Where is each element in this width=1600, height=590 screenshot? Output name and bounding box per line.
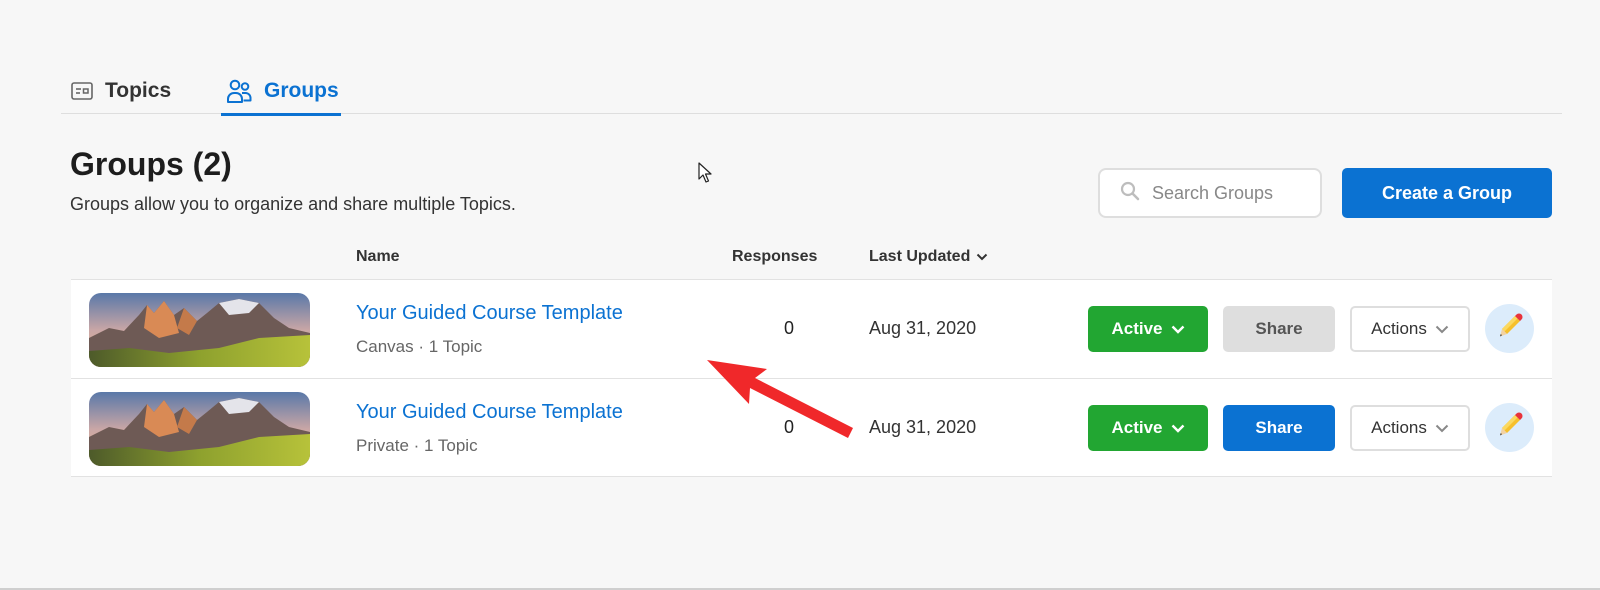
column-header-name: Name bbox=[356, 248, 400, 265]
tab-groups[interactable]: Groups bbox=[221, 68, 341, 116]
group-title-link[interactable]: Your Guided Course Template bbox=[356, 401, 623, 424]
chevron-down-icon bbox=[1171, 325, 1185, 334]
chevron-down-icon bbox=[1171, 424, 1185, 433]
group-last-updated: Aug 31, 2020 bbox=[869, 318, 977, 338]
pencil-icon bbox=[1497, 412, 1523, 443]
group-title-link[interactable]: Your Guided Course Template bbox=[356, 302, 623, 325]
search-groups-input[interactable] bbox=[1152, 182, 1322, 204]
group-responses: 0 bbox=[783, 417, 794, 437]
tab-bar: Topics Groups bbox=[61, 68, 1562, 116]
group-responses: 0 bbox=[783, 318, 794, 338]
page-subtitle: Groups allow you to organize and share m… bbox=[70, 194, 516, 214]
status-active-dropdown[interactable]: Active bbox=[1088, 405, 1208, 451]
groups-people-icon bbox=[226, 78, 252, 104]
group-last-updated: Aug 31, 2020 bbox=[869, 417, 977, 437]
group-thumbnail-image[interactable] bbox=[89, 392, 310, 466]
status-label: Active bbox=[1111, 418, 1163, 437]
status-active-dropdown[interactable]: Active bbox=[1088, 306, 1208, 352]
share-button[interactable]: Share bbox=[1223, 405, 1335, 451]
actions-dropdown[interactable]: Actions bbox=[1350, 405, 1470, 451]
groups-table: Your Guided Course Template Canvas · 1 T… bbox=[71, 279, 1552, 477]
tab-topics[interactable]: Topics bbox=[71, 68, 171, 114]
edit-button[interactable] bbox=[1485, 304, 1534, 353]
actions-dropdown[interactable]: Actions bbox=[1350, 306, 1470, 352]
topics-card-icon bbox=[71, 82, 93, 100]
group-thumbnail-image[interactable] bbox=[89, 293, 310, 367]
chevron-down-icon bbox=[976, 253, 988, 261]
actions-label: Actions bbox=[1371, 319, 1427, 338]
search-groups-field[interactable] bbox=[1098, 168, 1322, 218]
search-icon bbox=[1120, 181, 1140, 206]
column-header-last-updated-label: Last Updated bbox=[869, 248, 971, 265]
edit-button[interactable] bbox=[1485, 403, 1534, 452]
tab-groups-label: Groups bbox=[264, 79, 339, 102]
chevron-down-icon bbox=[1435, 424, 1449, 433]
group-meta: Canvas · 1 Topic bbox=[356, 337, 483, 356]
column-header-responses: Responses bbox=[732, 248, 818, 265]
actions-label: Actions bbox=[1371, 418, 1427, 437]
create-group-button[interactable]: Create a Group bbox=[1342, 168, 1552, 218]
table-row: Your Guided Course Template Canvas · 1 T… bbox=[71, 279, 1552, 378]
table-row: Your Guided Course Template Private · 1 … bbox=[71, 378, 1552, 477]
page-title: Groups (2) bbox=[70, 146, 232, 182]
share-button[interactable]: Share bbox=[1223, 306, 1335, 352]
tab-topics-label: Topics bbox=[105, 79, 172, 102]
status-label: Active bbox=[1111, 319, 1163, 338]
chevron-down-icon bbox=[1435, 325, 1449, 334]
mouse-cursor-icon bbox=[698, 162, 712, 183]
group-meta: Private · 1 Topic bbox=[356, 436, 478, 455]
column-header-last-updated[interactable]: Last Updated bbox=[869, 248, 988, 266]
pencil-icon bbox=[1497, 313, 1523, 344]
